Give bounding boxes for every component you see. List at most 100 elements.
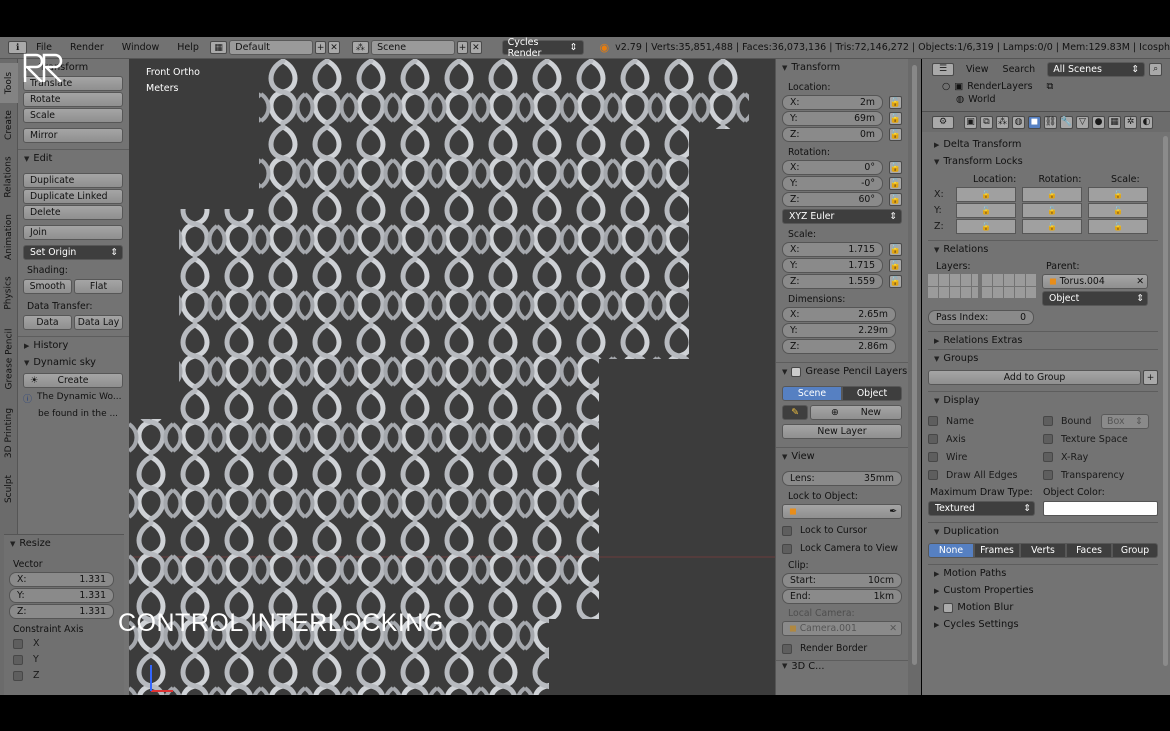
render-border-checkbox[interactable] bbox=[782, 643, 792, 654]
lock-location-y[interactable]: 🔓 bbox=[956, 203, 1016, 218]
history-panel-header[interactable]: ▶ History bbox=[18, 337, 129, 354]
gp-new-button[interactable]: ⊕ New bbox=[810, 405, 902, 420]
eyedropper-icon[interactable]: ✒ bbox=[889, 506, 897, 517]
parent-field[interactable]: ◼ Torus.004 ✕ bbox=[1042, 274, 1148, 289]
lock-rotation-z[interactable]: 🔓 bbox=[1022, 219, 1082, 234]
join-button[interactable]: Join bbox=[23, 225, 123, 240]
layer-cell[interactable] bbox=[982, 274, 993, 286]
lock-location-x[interactable]: 🔓 bbox=[956, 187, 1016, 202]
lock-icon[interactable]: 🔓 bbox=[889, 259, 902, 272]
mirror-button[interactable]: Mirror bbox=[23, 128, 123, 143]
display-bound-checkbox[interactable] bbox=[1043, 416, 1053, 426]
layout-selector[interactable]: Default bbox=[229, 40, 313, 55]
display-name-checkbox[interactable] bbox=[928, 416, 938, 426]
modifiers-tab-icon[interactable]: 🔧 bbox=[1060, 115, 1073, 129]
smooth-shading-button[interactable]: Smooth bbox=[23, 279, 72, 294]
properties-scrollbar[interactable] bbox=[1163, 136, 1168, 666]
location-z-field[interactable]: Z: 0m bbox=[782, 127, 883, 142]
lock-icon[interactable]: 🔓 bbox=[889, 161, 902, 174]
draw-all-edges-checkbox[interactable] bbox=[928, 470, 938, 480]
parent-type-select[interactable]: Object ⇕ bbox=[1042, 291, 1148, 306]
tab-grease-pencil[interactable]: Grease Pencil bbox=[0, 321, 18, 397]
lock-scale-z[interactable]: 🔓 bbox=[1088, 219, 1148, 234]
layer-cell[interactable] bbox=[993, 274, 1004, 286]
view-panel-header[interactable]: ▼ View bbox=[776, 448, 908, 465]
duplicate-button[interactable]: Duplicate bbox=[23, 173, 123, 188]
lock-scale-y[interactable]: 🔓 bbox=[1088, 203, 1148, 218]
layer-cell[interactable] bbox=[993, 286, 1004, 298]
lock-icon[interactable]: 🔓 bbox=[889, 243, 902, 256]
lock-icon[interactable]: 🔓 bbox=[889, 128, 902, 141]
outliner-row[interactable]: ◍ World bbox=[922, 94, 1170, 105]
display-header[interactable]: ▼ Display bbox=[928, 392, 1158, 409]
cycles-settings-header[interactable]: ▶ Cycles Settings bbox=[928, 616, 1158, 633]
lock-icon[interactable]: 🔓 bbox=[889, 275, 902, 288]
resize-panel-header[interactable]: ▼ Resize bbox=[4, 535, 124, 552]
layer-cell[interactable] bbox=[949, 286, 960, 298]
lock-icon[interactable]: 🔓 bbox=[889, 193, 902, 206]
duplication-header[interactable]: ▼ Duplication bbox=[928, 523, 1158, 540]
remove-layout-button[interactable]: ✕ bbox=[328, 41, 340, 54]
lock-object-field[interactable]: ◼ ✒ bbox=[782, 504, 902, 519]
render-tab-icon[interactable]: ▣ bbox=[964, 115, 977, 129]
xray-checkbox[interactable] bbox=[1043, 452, 1053, 462]
layer-cell[interactable] bbox=[928, 274, 938, 286]
add-scene-button[interactable]: + bbox=[456, 41, 469, 54]
outliner-search-menu[interactable]: Search bbox=[1003, 64, 1036, 75]
layer-cell[interactable] bbox=[1026, 286, 1036, 298]
motion-paths-header[interactable]: ▶ Motion Paths bbox=[928, 565, 1158, 582]
dup-none-button[interactable]: None bbox=[928, 543, 974, 558]
tab-animation[interactable]: Animation bbox=[0, 209, 18, 265]
remove-scene-button[interactable]: ✕ bbox=[470, 41, 482, 54]
constraint-x-checkbox[interactable] bbox=[13, 638, 23, 649]
new-layer-button[interactable]: New Layer bbox=[782, 424, 902, 439]
outliner-view-menu[interactable]: View bbox=[966, 64, 989, 75]
outliner-editor-icon[interactable]: ☰ bbox=[932, 62, 954, 76]
scene-selector[interactable]: Scene bbox=[371, 40, 455, 55]
flat-shading-button[interactable]: Flat bbox=[74, 279, 123, 294]
clip-end-field[interactable]: End: 1km bbox=[782, 589, 902, 604]
lock-rotation-y[interactable]: 🔓 bbox=[1022, 203, 1082, 218]
rotation-mode-select[interactable]: XYZ Euler ⇕ bbox=[782, 209, 902, 224]
render-engine-select[interactable]: Cycles Render ⇕ bbox=[501, 37, 584, 59]
tab-sculpt[interactable]: Sculpt bbox=[0, 469, 18, 509]
grease-pencil-layers-header[interactable]: ▼ Grease Pencil Layers bbox=[776, 363, 908, 380]
layer-cell[interactable] bbox=[1015, 286, 1026, 298]
menu-help[interactable]: Help bbox=[168, 42, 208, 53]
delta-transform-header[interactable]: ▶ Delta Transform bbox=[928, 136, 1158, 153]
layer-cell[interactable] bbox=[960, 274, 971, 286]
resize-x-field[interactable]: X: 1.331 bbox=[9, 572, 114, 587]
outliner-row[interactable]: ○ ▣ RenderLayers ⧉ bbox=[922, 81, 1170, 92]
add-layout-button[interactable]: + bbox=[314, 41, 327, 54]
lens-field[interactable]: Lens: 35mm bbox=[782, 471, 902, 486]
dimension-z-field[interactable]: Z: 2.86m bbox=[782, 339, 896, 354]
layer-cell[interactable] bbox=[971, 274, 979, 286]
rotation-x-field[interactable]: X: 0° bbox=[782, 160, 883, 175]
rotation-z-field[interactable]: Z: 60° bbox=[782, 192, 883, 207]
rotation-y-field[interactable]: Y: -0° bbox=[782, 176, 883, 191]
scale-y-field[interactable]: Y: 1.715 bbox=[782, 258, 883, 273]
world-tab-icon[interactable]: ◍ bbox=[1012, 115, 1025, 129]
layer-cell[interactable] bbox=[949, 274, 960, 286]
dup-group-button[interactable]: Group bbox=[1112, 543, 1158, 558]
tab-relations[interactable]: Relations bbox=[0, 149, 18, 205]
sidebar-scrollbar[interactable] bbox=[908, 59, 921, 695]
properties-editor-icon[interactable]: ⚙ bbox=[932, 115, 954, 129]
constraint-z-checkbox[interactable] bbox=[13, 670, 23, 681]
resize-y-field[interactable]: Y: 1.331 bbox=[9, 588, 114, 603]
rotate-button[interactable]: Rotate bbox=[23, 92, 123, 107]
local-camera-field[interactable]: ◼ Camera.001 ✕ bbox=[782, 621, 902, 636]
tab-3d-printing[interactable]: 3D Printing bbox=[0, 401, 18, 465]
tab-create[interactable]: Create bbox=[0, 105, 18, 145]
dimension-y-field[interactable]: Y: 2.29m bbox=[782, 323, 896, 338]
duplicate-linked-button[interactable]: Duplicate Linked bbox=[23, 189, 123, 204]
scene-icon[interactable]: ⁂ bbox=[351, 41, 370, 54]
clear-icon[interactable]: ✕ bbox=[889, 623, 897, 634]
object-color-swatch[interactable] bbox=[1043, 501, 1158, 516]
lock-rotation-x[interactable]: 🔓 bbox=[1022, 187, 1082, 202]
location-x-field[interactable]: X: 2m bbox=[782, 95, 883, 110]
dup-faces-button[interactable]: Faces bbox=[1066, 543, 1112, 558]
delete-button[interactable]: Delete bbox=[23, 205, 123, 220]
set-origin-dropdown[interactable]: Set Origin ⇕ bbox=[23, 245, 123, 260]
constraints-tab-icon[interactable]: ⛓ bbox=[1044, 115, 1057, 129]
